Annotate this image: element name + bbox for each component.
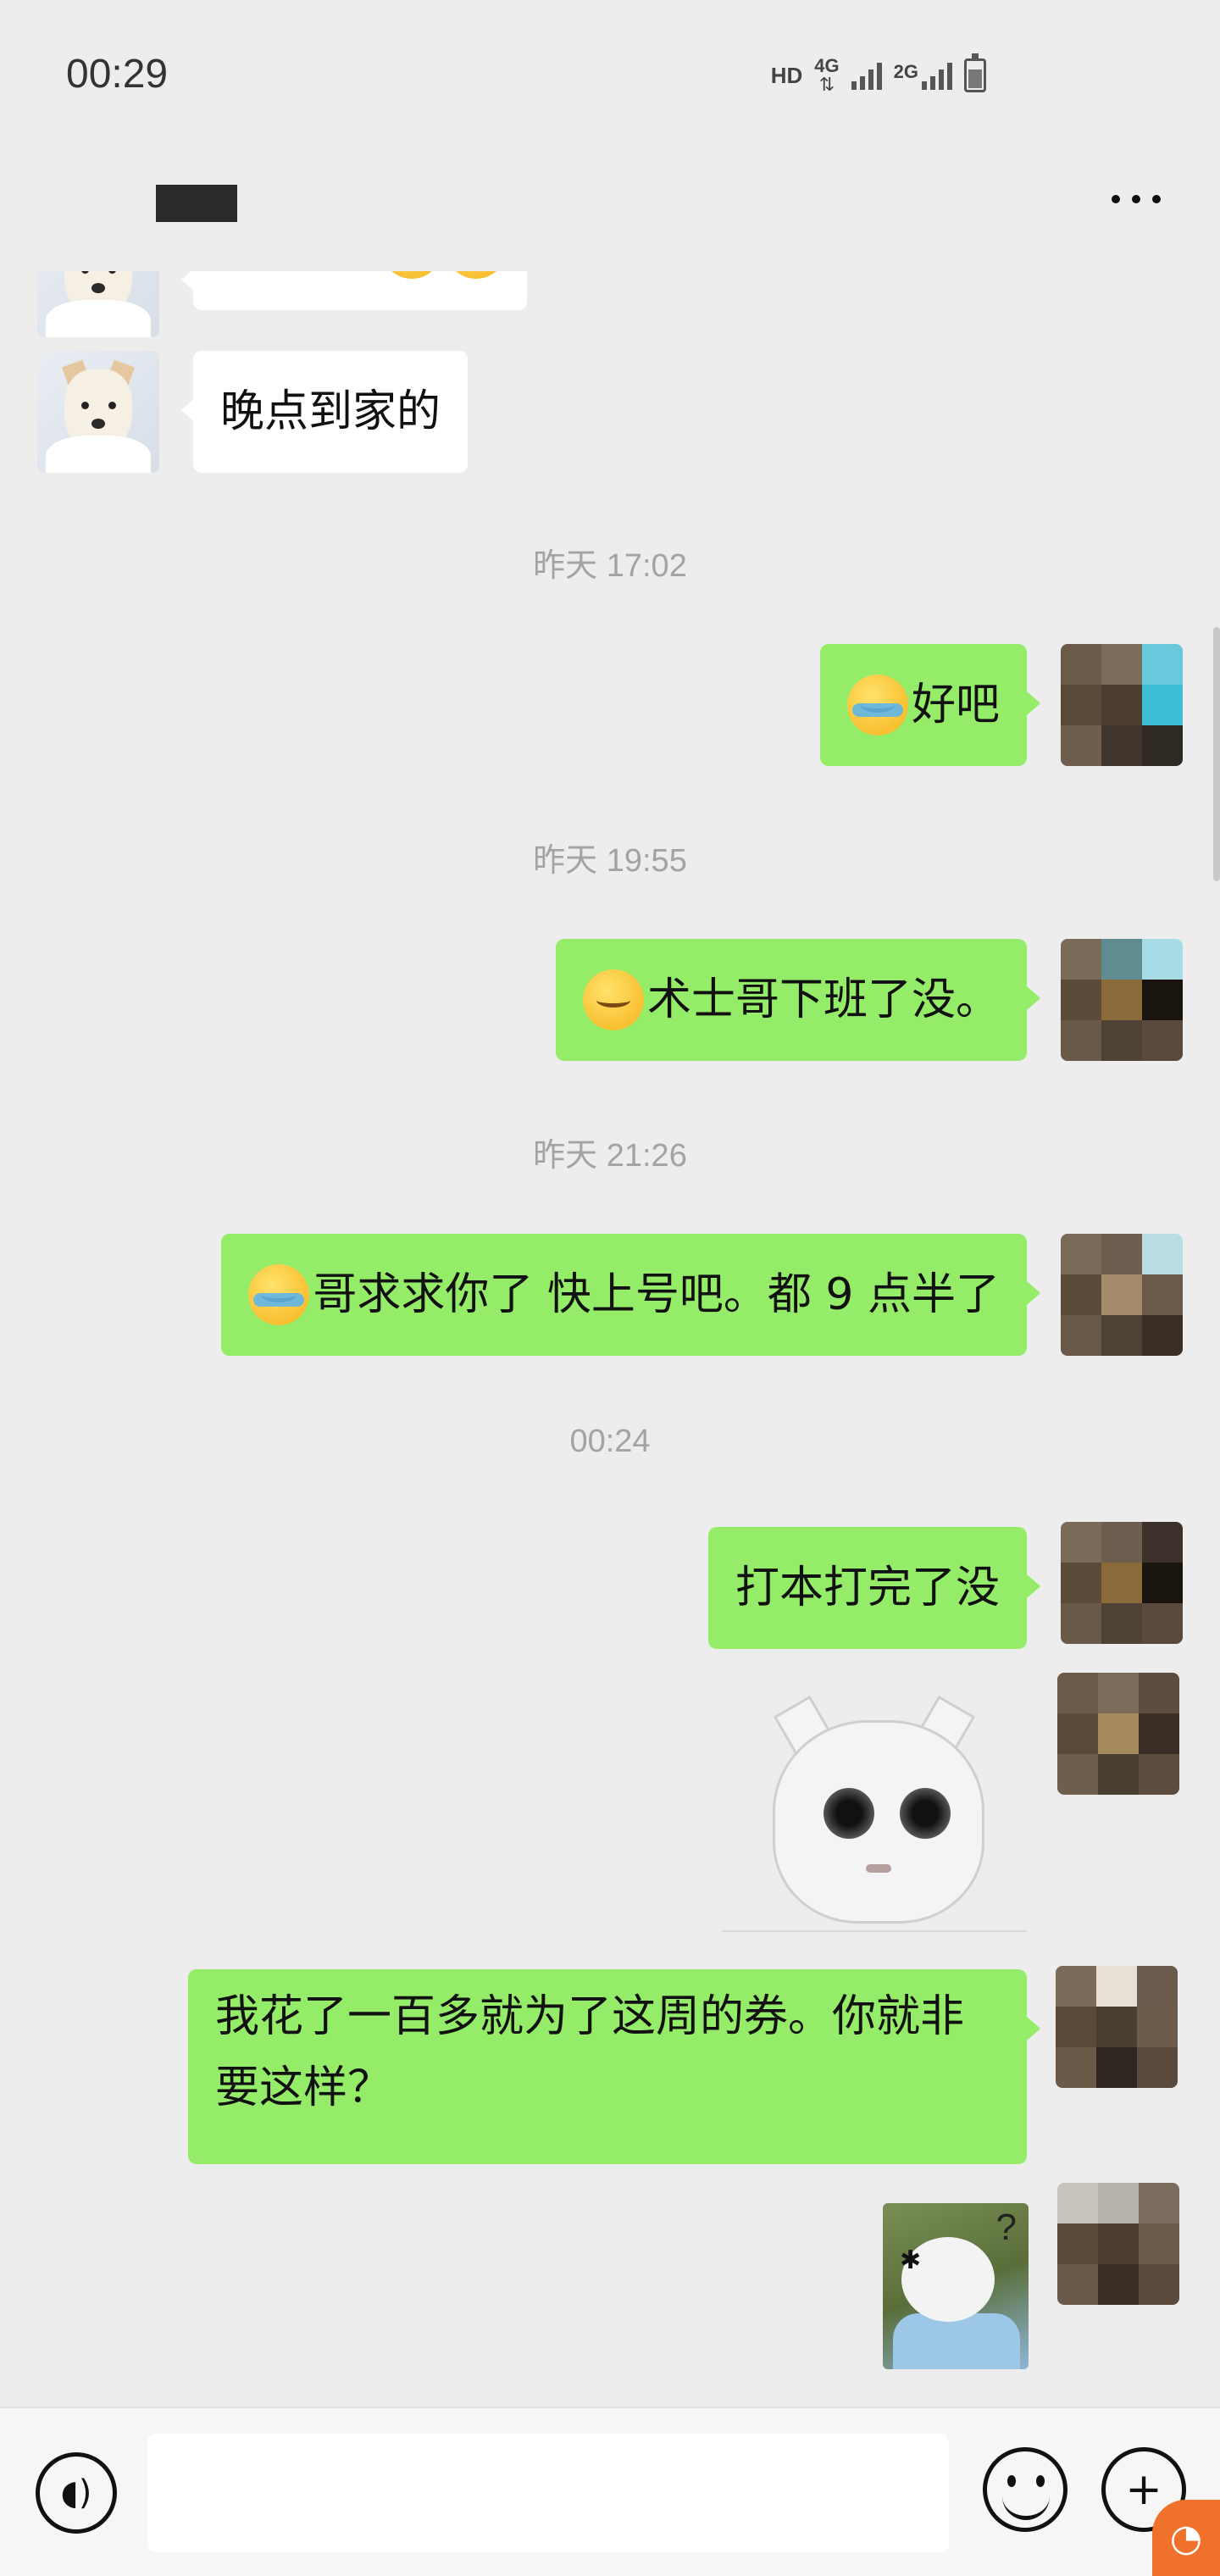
dot-icon bbox=[1132, 195, 1140, 203]
message-timestamp: 00:24 bbox=[569, 1424, 651, 1459]
signal-2g-icon: 2G bbox=[894, 61, 952, 90]
battery-icon bbox=[964, 53, 986, 92]
hd-icon: HD bbox=[770, 62, 803, 88]
dot-icon bbox=[1152, 195, 1161, 203]
message-bubble-partial[interactable] bbox=[181, 271, 527, 310]
my-avatar[interactable] bbox=[1061, 1522, 1183, 1644]
message-text: 好吧 bbox=[911, 680, 1000, 730]
message-text: 晚点到家的 bbox=[220, 386, 441, 437]
emoji-button[interactable] bbox=[983, 2447, 1068, 2532]
more-options-button[interactable] bbox=[1112, 195, 1161, 203]
chat-header: ███ bbox=[0, 144, 1220, 271]
message-list[interactable]: 晚点到家的 昨天 17:02 好吧 昨天 19:55 术士哥下班了没。 昨天 2… bbox=[0, 271, 1220, 2407]
voice-icon: ◖) bbox=[60, 2473, 92, 2512]
crying-emoji-icon bbox=[381, 271, 442, 279]
scrollbar[interactable] bbox=[1213, 627, 1220, 881]
message-bubble-outgoing[interactable]: 术士哥下班了没。 bbox=[555, 939, 1041, 1061]
crying-emoji-icon bbox=[248, 1264, 310, 1325]
message-input[interactable] bbox=[147, 2434, 949, 2552]
my-avatar[interactable] bbox=[1061, 644, 1183, 766]
message-bubble-outgoing[interactable]: 好吧 bbox=[819, 644, 1041, 766]
contact-avatar[interactable] bbox=[37, 271, 159, 337]
message-text: 哥求求你了 快上号吧。都 9 点半了 bbox=[313, 1269, 1000, 1320]
contact-name-redacted[interactable]: ███ bbox=[156, 185, 237, 222]
my-avatar[interactable] bbox=[1061, 939, 1183, 1061]
network-4g-icon: 4G ⇅ bbox=[814, 55, 840, 95]
message-timestamp: 昨天 19:55 bbox=[533, 843, 687, 879]
crying-emoji-icon bbox=[446, 271, 507, 279]
message-text: 打本打完了没 bbox=[735, 1563, 1000, 1613]
message-bubble-outgoing[interactable]: 我花了一百多就为了这周的券。你就非要这样？ bbox=[188, 1969, 1040, 2164]
my-avatar[interactable] bbox=[1061, 1234, 1183, 1356]
relieved-emoji-icon bbox=[582, 969, 644, 1030]
input-bar: ◖) + bbox=[0, 2407, 1220, 2576]
message-text: 我花了一百多就为了这周的券。你就非要这样？ bbox=[215, 1991, 965, 2113]
message-text: 术士哥下班了没。 bbox=[646, 974, 1000, 1025]
signal-icon bbox=[851, 61, 882, 90]
status-bar: 00:29 HD 4G ⇅ 2G bbox=[0, 0, 1220, 144]
dot-icon bbox=[1112, 195, 1120, 203]
meme-sticker[interactable]: ✱ ? bbox=[883, 2203, 1029, 2369]
plus-icon: + bbox=[1125, 2464, 1162, 2515]
voice-input-button[interactable]: ◖) bbox=[36, 2452, 117, 2534]
message-timestamp: 昨天 17:02 bbox=[533, 548, 687, 584]
message-bubble-incoming[interactable]: 晚点到家的 bbox=[180, 351, 469, 473]
message-bubble-outgoing[interactable]: 哥求求你了 快上号吧。都 9 点半了 bbox=[221, 1234, 1040, 1356]
contact-avatar[interactable] bbox=[37, 351, 159, 473]
message-bubble-outgoing[interactable]: 打本打完了没 bbox=[707, 1527, 1041, 1649]
panda-sticker[interactable] bbox=[722, 1695, 1027, 1932]
meme-question-mark: ? bbox=[995, 2207, 1017, 2248]
anger-mark-icon: ✱ bbox=[900, 2246, 922, 2275]
status-icons: HD 4G ⇅ 2G bbox=[770, 53, 986, 95]
floating-assistant-icon[interactable]: ◔ bbox=[1152, 2500, 1220, 2576]
my-avatar[interactable] bbox=[1056, 1966, 1178, 2088]
message-timestamp: 昨天 21:26 bbox=[533, 1138, 687, 1174]
crying-emoji-icon bbox=[846, 675, 908, 736]
my-avatar[interactable] bbox=[1057, 2183, 1179, 2305]
status-time: 00:29 bbox=[66, 52, 169, 97]
my-avatar[interactable] bbox=[1057, 1673, 1179, 1795]
